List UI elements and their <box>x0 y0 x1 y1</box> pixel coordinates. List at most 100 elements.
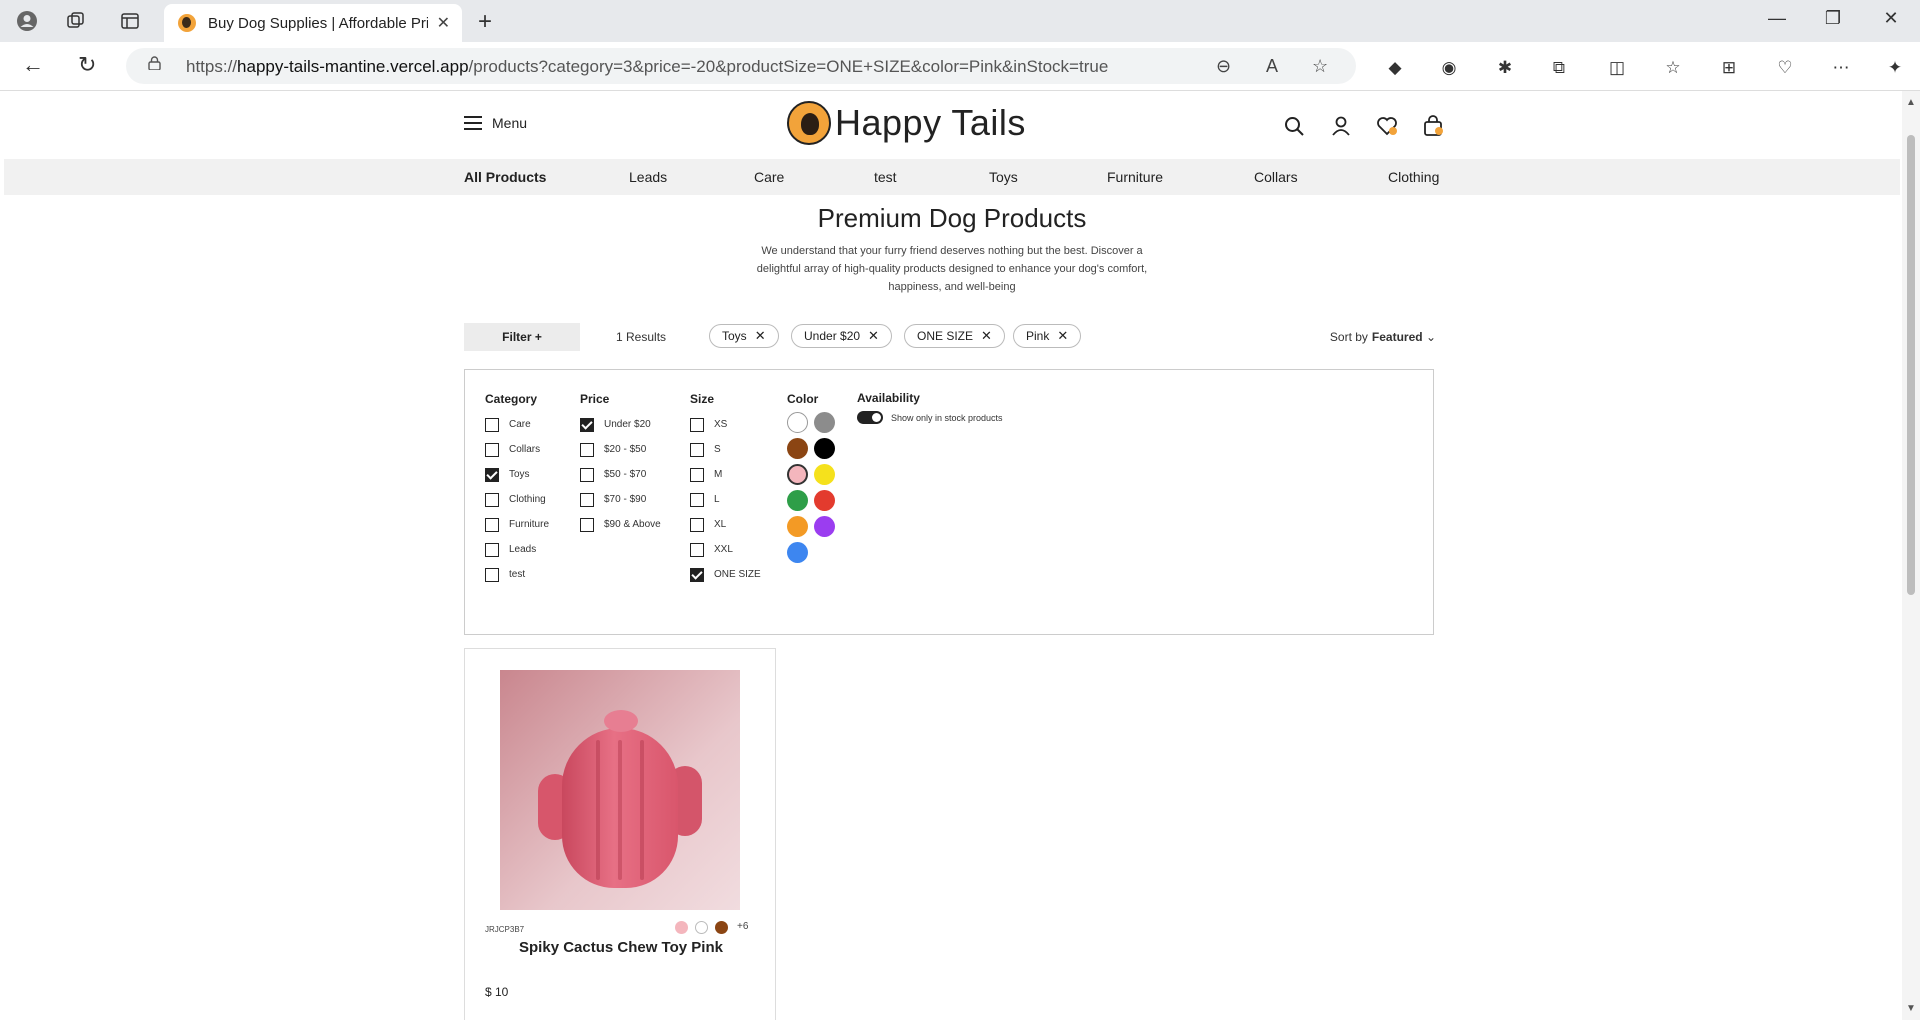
scrollbar-thumb[interactable] <box>1907 135 1915 595</box>
read-aloud-icon[interactable]: A <box>1266 56 1278 77</box>
extensions-icon[interactable]: ⧉ <box>1548 57 1570 79</box>
color-swatch[interactable] <box>787 464 808 485</box>
favorites-icon[interactable]: ☆ <box>1662 57 1684 79</box>
scroll-down-icon[interactable]: ▼ <box>1906 1003 1916 1014</box>
category-checkbox[interactable] <box>485 467 499 482</box>
back-icon[interactable]: ← <box>22 52 44 78</box>
remove-chip-icon[interactable]: ✕ <box>981 328 992 344</box>
more-options-icon[interactable]: ⋯ <box>1830 57 1852 79</box>
size-option[interactable]: S <box>690 437 761 462</box>
nav-clothing[interactable]: Clothing <box>1388 169 1439 185</box>
remove-chip-icon[interactable]: ✕ <box>755 328 766 344</box>
split-screen-icon[interactable]: ◫ <box>1606 57 1628 79</box>
price-checkbox[interactable] <box>580 417 594 432</box>
category-option[interactable]: Furniture <box>485 512 549 537</box>
search-icon[interactable] <box>1283 115 1305 137</box>
price-checkbox[interactable] <box>580 492 594 507</box>
category-option[interactable]: test <box>485 562 549 587</box>
product-color-swatch[interactable] <box>675 921 688 934</box>
size-option[interactable]: ONE SIZE <box>690 562 761 587</box>
price-checkbox[interactable] <box>580 467 594 482</box>
site-logo[interactable]: Happy Tails <box>787 101 1026 145</box>
category-option[interactable]: Clothing <box>485 487 549 512</box>
collections-icon[interactable]: ⊞ <box>1718 57 1740 79</box>
sort-dropdown[interactable]: Sort by Featured ⌄ <box>1330 330 1436 344</box>
user-icon[interactable] <box>1330 115 1352 137</box>
category-checkbox[interactable] <box>485 542 499 557</box>
price-option[interactable]: $50 - $70 <box>580 462 661 487</box>
size-option[interactable]: XL <box>690 512 761 537</box>
price-option[interactable]: $70 - $90 <box>580 487 661 512</box>
copilot-icon[interactable]: ✦ <box>1884 57 1906 79</box>
active-tab[interactable]: Buy Dog Supplies | Affordable Pri ✕ <box>164 4 462 42</box>
size-option[interactable]: XS <box>690 412 761 437</box>
remove-chip-icon[interactable]: ✕ <box>868 328 879 344</box>
nav-all-products[interactable]: All Products <box>464 169 546 185</box>
size-checkbox[interactable] <box>690 417 704 432</box>
nav-furniture[interactable]: Furniture <box>1107 169 1163 185</box>
close-tab-icon[interactable]: ✕ <box>437 13 450 33</box>
size-checkbox[interactable] <box>690 467 704 482</box>
price-option[interactable]: Under $20 <box>580 412 661 437</box>
nav-care[interactable]: Care <box>754 169 784 185</box>
category-checkbox[interactable] <box>485 492 499 507</box>
workspaces-icon[interactable] <box>63 8 89 34</box>
product-color-swatch[interactable] <box>695 921 708 934</box>
color-swatch[interactable] <box>787 516 808 537</box>
product-color-swatch[interactable] <box>715 921 728 934</box>
nav-leads[interactable]: Leads <box>629 169 667 185</box>
chip-under-20[interactable]: Under $20 ✕ <box>791 324 892 348</box>
vertical-tabs-icon[interactable] <box>117 8 143 34</box>
color-swatch[interactable] <box>814 490 835 511</box>
nav-test[interactable]: test <box>874 169 897 185</box>
product-image[interactable] <box>500 670 740 910</box>
nav-toys[interactable]: Toys <box>989 169 1018 185</box>
in-stock-toggle[interactable] <box>857 411 883 424</box>
copilot-extension-icon[interactable]: ◆ <box>1384 57 1406 79</box>
chip-pink[interactable]: Pink ✕ <box>1013 324 1082 348</box>
close-window-icon[interactable]: ✕ <box>1876 8 1906 29</box>
category-option[interactable]: Care <box>485 412 549 437</box>
price-checkbox[interactable] <box>580 517 594 532</box>
category-option[interactable]: Toys <box>485 462 549 487</box>
refresh-icon[interactable]: ↻ <box>78 52 96 78</box>
browser-essentials-icon[interactable]: ♡ <box>1774 57 1796 79</box>
color-swatch[interactable] <box>787 490 808 511</box>
price-option[interactable]: $90 & Above <box>580 512 661 537</box>
restore-icon[interactable]: ❐ <box>1818 8 1848 29</box>
category-option[interactable]: Collars <box>485 437 549 462</box>
bug-extension-icon[interactable]: ✱ <box>1494 57 1516 79</box>
color-swatch[interactable] <box>787 542 808 563</box>
bag-icon[interactable] <box>1422 115 1444 137</box>
product-name[interactable]: Spiky Cactus Chew Toy Pink <box>465 939 777 956</box>
favorite-star-icon[interactable]: ☆ <box>1312 56 1328 77</box>
product-card[interactable]: JRJCP3B7 +6 Spiky Cactus Chew Toy Pink $… <box>464 648 776 1020</box>
color-swatch[interactable] <box>814 412 835 433</box>
nav-collars[interactable]: Collars <box>1254 169 1298 185</box>
color-swatch[interactable] <box>814 438 835 459</box>
size-checkbox[interactable] <box>690 517 704 532</box>
category-checkbox[interactable] <box>485 567 499 582</box>
color-swatch[interactable] <box>787 412 808 433</box>
lock-icon[interactable] <box>148 56 161 70</box>
minimize-icon[interactable]: — <box>1762 8 1792 29</box>
page-scrollbar[interactable]: ▲ ▼ <box>1902 91 1920 1020</box>
size-checkbox[interactable] <box>690 442 704 457</box>
remove-chip-icon[interactable]: ✕ <box>1057 328 1068 344</box>
profile-icon[interactable] <box>14 8 40 34</box>
heart-icon[interactable] <box>1376 115 1398 137</box>
size-option[interactable]: XXL <box>690 537 761 562</box>
color-swatch[interactable] <box>814 464 835 485</box>
category-checkbox[interactable] <box>485 417 499 432</box>
menu-button[interactable]: Menu <box>464 115 527 131</box>
chip-toys[interactable]: Toys ✕ <box>709 324 779 348</box>
new-tab-icon[interactable]: + <box>478 8 492 36</box>
zoom-icon[interactable]: ⊖ <box>1216 56 1231 77</box>
size-checkbox[interactable] <box>690 542 704 557</box>
address-bar[interactable]: https://happy-tails-mantine.vercel.app/p… <box>126 48 1356 84</box>
size-option[interactable]: L <box>690 487 761 512</box>
scroll-up-icon[interactable]: ▲ <box>1906 97 1916 108</box>
color-swatch[interactable] <box>787 438 808 459</box>
filter-button[interactable]: Filter + <box>464 323 580 351</box>
color-swatch[interactable] <box>814 516 835 537</box>
